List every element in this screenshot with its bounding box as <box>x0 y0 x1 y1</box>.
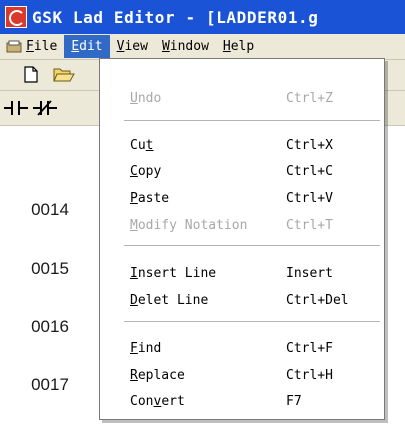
new-file-icon[interactable] <box>24 66 38 83</box>
app-logo-icon <box>5 6 27 28</box>
menu-item-insert-line[interactable]: Insert Line Insert <box>100 262 384 286</box>
menu-item-convert[interactable]: Convert F7 <box>100 390 384 414</box>
menu-item-replace[interactable]: Replace Ctrl+H <box>100 364 384 388</box>
menu-view[interactable]: View <box>110 35 155 58</box>
menu-bar: File Edit View Window Help <box>0 34 405 60</box>
menu-item-cut[interactable]: Cut Ctrl+X <box>100 134 384 158</box>
window-title: GSK Lad Editor - [LADDER01.g <box>32 7 319 27</box>
menu-item-modify-notation[interactable]: Modify Notation Ctrl+T <box>100 214 384 238</box>
title-bar: GSK Lad Editor - [LADDER01.g <box>0 0 405 34</box>
rung-number: 0015 <box>31 259 69 278</box>
file-menu-icon <box>6 40 22 53</box>
menu-item-find[interactable]: Find Ctrl+F <box>100 337 384 361</box>
menu-window[interactable]: Window <box>155 35 216 58</box>
menu-item-copy[interactable]: Copy Ctrl+C <box>100 160 384 184</box>
edit-menu-dropdown: Undo Ctrl+Z Cut Ctrl+X Copy Ctrl+C Paste… <box>99 58 385 420</box>
menu-help[interactable]: Help <box>216 35 261 58</box>
menu-separator <box>124 245 380 246</box>
menu-separator <box>124 120 380 121</box>
contact-nc-icon[interactable] <box>33 99 57 117</box>
menu-file[interactable]: File <box>0 35 64 58</box>
rung-number: 0014 <box>31 200 69 219</box>
menu-edit[interactable]: Edit <box>64 35 110 58</box>
menu-item-undo[interactable]: Undo Ctrl+Z <box>100 87 384 111</box>
menu-separator <box>124 321 380 322</box>
open-folder-icon[interactable] <box>53 66 75 83</box>
rung-number: 0017 <box>31 375 69 394</box>
menu-item-paste[interactable]: Paste Ctrl+V <box>100 187 384 211</box>
contact-no-icon[interactable] <box>4 99 28 117</box>
menu-item-delete-line[interactable]: Delet Line Ctrl+Del <box>100 289 384 313</box>
rung-number: 0016 <box>31 317 69 336</box>
